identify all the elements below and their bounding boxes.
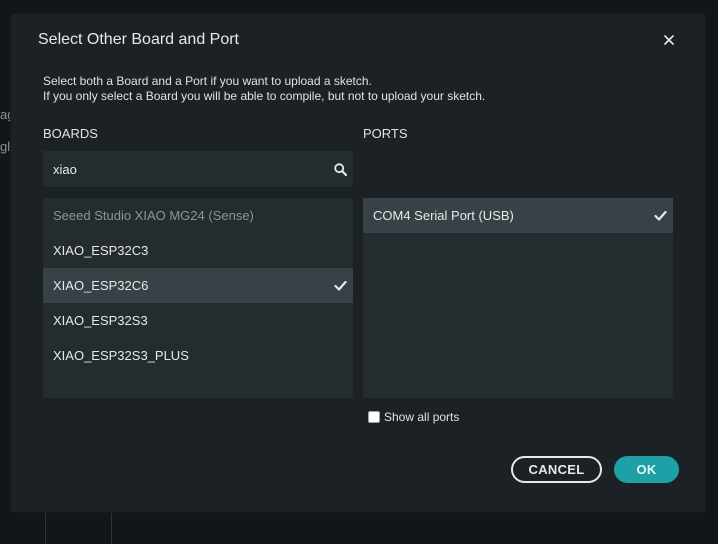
close-button[interactable] xyxy=(659,30,679,50)
select-board-port-dialog: Select Other Board and Port Select both … xyxy=(10,13,706,513)
show-all-ports-checkbox[interactable] xyxy=(368,411,380,423)
board-item[interactable]: XIAO_ESP32S3_PLUS xyxy=(43,338,353,373)
background-text-fragment: gl xyxy=(0,139,10,154)
close-icon xyxy=(664,35,674,45)
board-item-label: XIAO_ESP32C6 xyxy=(53,278,149,293)
checkmark-icon xyxy=(654,210,667,221)
board-item-label: XIAO_ESP32S3 xyxy=(53,313,148,328)
show-all-ports-label: Show all ports xyxy=(384,410,460,424)
board-item[interactable]: XIAO_ESP32C3 xyxy=(43,233,353,268)
port-item-label: COM4 Serial Port (USB) xyxy=(373,208,514,223)
background-divider xyxy=(45,513,46,544)
board-item-selected[interactable]: XIAO_ESP32C6 xyxy=(43,268,353,303)
search-icon xyxy=(333,162,347,176)
ports-label: PORTS xyxy=(363,126,408,141)
description-line: If you only select a Board you will be a… xyxy=(43,89,486,103)
board-item-label: Seeed Studio XIAO MG24 (Sense) xyxy=(53,208,254,223)
checkmark-icon xyxy=(334,280,347,291)
ok-button[interactable]: OK xyxy=(614,456,679,483)
board-search xyxy=(43,151,353,187)
background-text-fragment: ag xyxy=(0,107,10,122)
search-button[interactable] xyxy=(331,160,349,178)
dialog-description: Select both a Board and a Port if you wa… xyxy=(43,74,485,104)
cancel-button[interactable]: CANCEL xyxy=(511,456,602,483)
board-item[interactable]: XIAO_ESP32S3 xyxy=(43,303,353,338)
description-line: Select both a Board and a Port if you wa… xyxy=(43,74,372,88)
ports-list: COM4 Serial Port (USB) xyxy=(363,198,673,398)
board-item-label: XIAO_ESP32C3 xyxy=(53,243,149,258)
background-divider xyxy=(111,513,112,544)
port-item-selected[interactable]: COM4 Serial Port (USB) xyxy=(363,198,673,233)
board-item[interactable]: Seeed Studio XIAO MG24 (Sense) xyxy=(43,198,353,233)
board-item-label: XIAO_ESP32S3_PLUS xyxy=(53,348,189,363)
boards-label: BOARDS xyxy=(43,126,98,141)
board-search-input[interactable] xyxy=(43,151,323,187)
dialog-title: Select Other Board and Port xyxy=(38,31,239,48)
show-all-ports-toggle[interactable]: Show all ports xyxy=(368,410,459,424)
boards-list: Seeed Studio XIAO MG24 (Sense) XIAO_ESP3… xyxy=(43,198,353,398)
